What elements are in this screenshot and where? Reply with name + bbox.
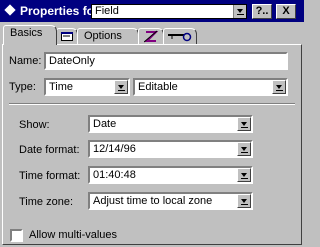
chevron-down-icon[interactable]: [233, 5, 246, 18]
chevron-down-icon[interactable]: [272, 80, 286, 94]
tab-basics[interactable]: Basics: [3, 25, 57, 45]
tab-strip: Basics Options: [0, 23, 304, 45]
allow-multi-values-checkbox[interactable]: [10, 229, 23, 242]
help-button[interactable]: ?..: [252, 4, 272, 19]
tab-options-label: Options: [84, 30, 122, 42]
name-field[interactable]: DateOnly: [44, 52, 288, 70]
basics-panel: Name: DateOnly Type: Time Editable Show:…: [2, 44, 302, 245]
date-format-label: Date format:: [19, 144, 80, 156]
time-zone-label: Time zone:: [19, 196, 74, 208]
tab-paragraph-style[interactable]: [138, 28, 164, 45]
chevron-down-icon[interactable]: [114, 80, 128, 94]
type-value: Time: [49, 81, 74, 93]
show-value: Date: [93, 118, 117, 130]
object-type-select[interactable]: Field: [91, 4, 247, 19]
show-select[interactable]: Date: [88, 115, 253, 133]
time-format-select[interactable]: 01:40:48: [88, 166, 253, 184]
name-label: Name:: [9, 55, 42, 67]
key-icon: [168, 32, 192, 42]
chevron-down-icon[interactable]: [237, 194, 251, 208]
tab-field-info[interactable]: [56, 28, 78, 45]
type-select[interactable]: Time: [44, 78, 130, 96]
time-format-label: Time format:: [19, 170, 81, 182]
allow-multi-values-label[interactable]: Allow multi-values: [29, 229, 117, 241]
name-value: DateOnly: [49, 55, 95, 67]
type-label: Type:: [9, 81, 36, 93]
time-format-value: 01:40:48: [93, 169, 136, 181]
tab-security[interactable]: [163, 28, 197, 45]
field-box-icon: [61, 32, 73, 41]
time-zone-select[interactable]: Adjust time to local zone: [88, 192, 253, 210]
object-type-value: Field: [95, 5, 119, 17]
dialog-titlebar: Properties for: Field ?.. X: [0, 0, 304, 22]
tab-options[interactable]: Options: [77, 28, 139, 45]
close-button[interactable]: X: [276, 4, 296, 19]
paragraph-style-icon: [144, 30, 158, 43]
tab-basics-label: Basics: [10, 27, 43, 39]
time-zone-value: Adjust time to local zone: [93, 195, 213, 207]
editable-select[interactable]: Editable: [133, 78, 288, 96]
show-label: Show:: [19, 119, 50, 131]
divider: [9, 103, 295, 105]
chevron-down-icon[interactable]: [237, 168, 251, 182]
app-icon: [4, 4, 16, 16]
editable-value: Editable: [138, 81, 178, 93]
date-format-select[interactable]: 12/14/96: [88, 140, 253, 158]
chevron-down-icon[interactable]: [237, 117, 251, 131]
date-format-value: 12/14/96: [93, 143, 136, 155]
chevron-down-icon[interactable]: [237, 142, 251, 156]
